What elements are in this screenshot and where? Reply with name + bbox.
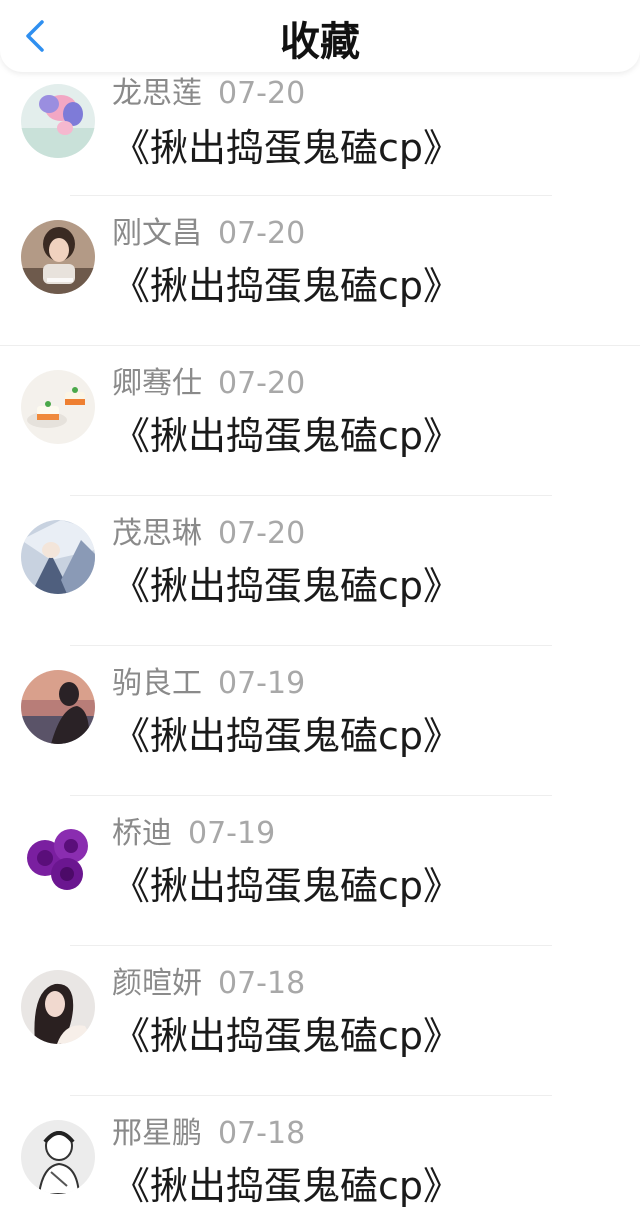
favorites-screen: 收藏 龙思莲 07-20 《揪出捣蛋鬼磕cp》 刚文昌 07-20 《揪出捣蛋鬼… [0,0,640,1214]
item-meta: 龙思莲 07-20 [112,76,305,112]
item-meta: 刚文昌 07-20 [112,216,305,252]
item-date: 07-18 [218,966,306,1001]
dessert-avatar[interactable] [21,370,95,444]
item-title[interactable]: 《揪出捣蛋鬼磕cp》 [112,126,461,170]
girl-photo-avatar[interactable] [21,220,95,294]
user-name: 颜暄妍 [112,966,202,1001]
item-date: 07-20 [218,366,306,401]
list-item[interactable]: 颜暄妍 07-18 《揪出捣蛋鬼磕cp》 [0,946,640,1096]
user-name: 刚文昌 [112,216,202,251]
item-meta: 桥迪 07-19 [112,816,275,852]
item-title[interactable]: 《揪出捣蛋鬼磕cp》 [112,264,461,308]
list-item[interactable]: 龙思莲 07-20 《揪出捣蛋鬼磕cp》 [0,72,640,196]
woman-portrait-avatar[interactable] [21,970,95,1044]
item-date: 07-20 [218,216,306,251]
user-name: 桥迪 [112,816,172,851]
sunset-silhouette-avatar[interactable] [21,670,95,744]
item-title[interactable]: 《揪出捣蛋鬼磕cp》 [112,414,461,458]
item-meta: 卿骞仕 07-20 [112,366,305,402]
item-title[interactable]: 《揪出捣蛋鬼磕cp》 [112,864,461,908]
header-bar: 收藏 [0,0,640,72]
item-meta: 茂思琳 07-20 [112,516,305,552]
user-name: 驹良工 [112,666,202,701]
list-item[interactable]: 邢星鹏 07-18 《揪出捣蛋鬼磕cp》 [0,1096,640,1214]
list-item[interactable]: 桥迪 07-19 《揪出捣蛋鬼磕cp》 [0,796,640,946]
favorites-list: 龙思莲 07-20 《揪出捣蛋鬼磕cp》 刚文昌 07-20 《揪出捣蛋鬼磕cp》 [0,72,640,1214]
item-date: 07-19 [188,816,276,851]
item-date: 07-20 [218,516,306,551]
list-item[interactable]: 卿骞仕 07-20 《揪出捣蛋鬼磕cp》 [0,346,640,496]
list-item[interactable]: 茂思琳 07-20 《揪出捣蛋鬼磕cp》 [0,496,640,646]
user-name: 龙思莲 [112,76,202,111]
page-title: 收藏 [280,19,360,65]
list-item[interactable]: 驹良工 07-19 《揪出捣蛋鬼磕cp》 [0,646,640,796]
sketch-character-avatar[interactable] [21,1120,95,1194]
item-meta: 驹良工 07-19 [112,666,305,702]
item-title[interactable]: 《揪出捣蛋鬼磕cp》 [112,1164,461,1208]
anime-illustration-avatar[interactable] [21,520,95,594]
item-title[interactable]: 《揪出捣蛋鬼磕cp》 [112,1014,461,1058]
item-meta: 颜暄妍 07-18 [112,966,305,1002]
list-item[interactable]: 刚文昌 07-20 《揪出捣蛋鬼磕cp》 [0,196,640,346]
item-title[interactable]: 《揪出捣蛋鬼磕cp》 [112,714,461,758]
user-name: 茂思琳 [112,516,202,551]
item-title[interactable]: 《揪出捣蛋鬼磕cp》 [112,564,461,608]
user-name: 邢星鹏 [112,1116,202,1151]
item-meta: 邢星鹏 07-18 [112,1116,305,1152]
user-name: 卿骞仕 [112,366,202,401]
item-date: 07-18 [218,1116,306,1151]
item-date: 07-20 [218,76,306,111]
purple-roses-avatar[interactable] [21,820,95,894]
item-date: 07-19 [218,666,306,701]
balloon-avatar[interactable] [21,84,95,158]
